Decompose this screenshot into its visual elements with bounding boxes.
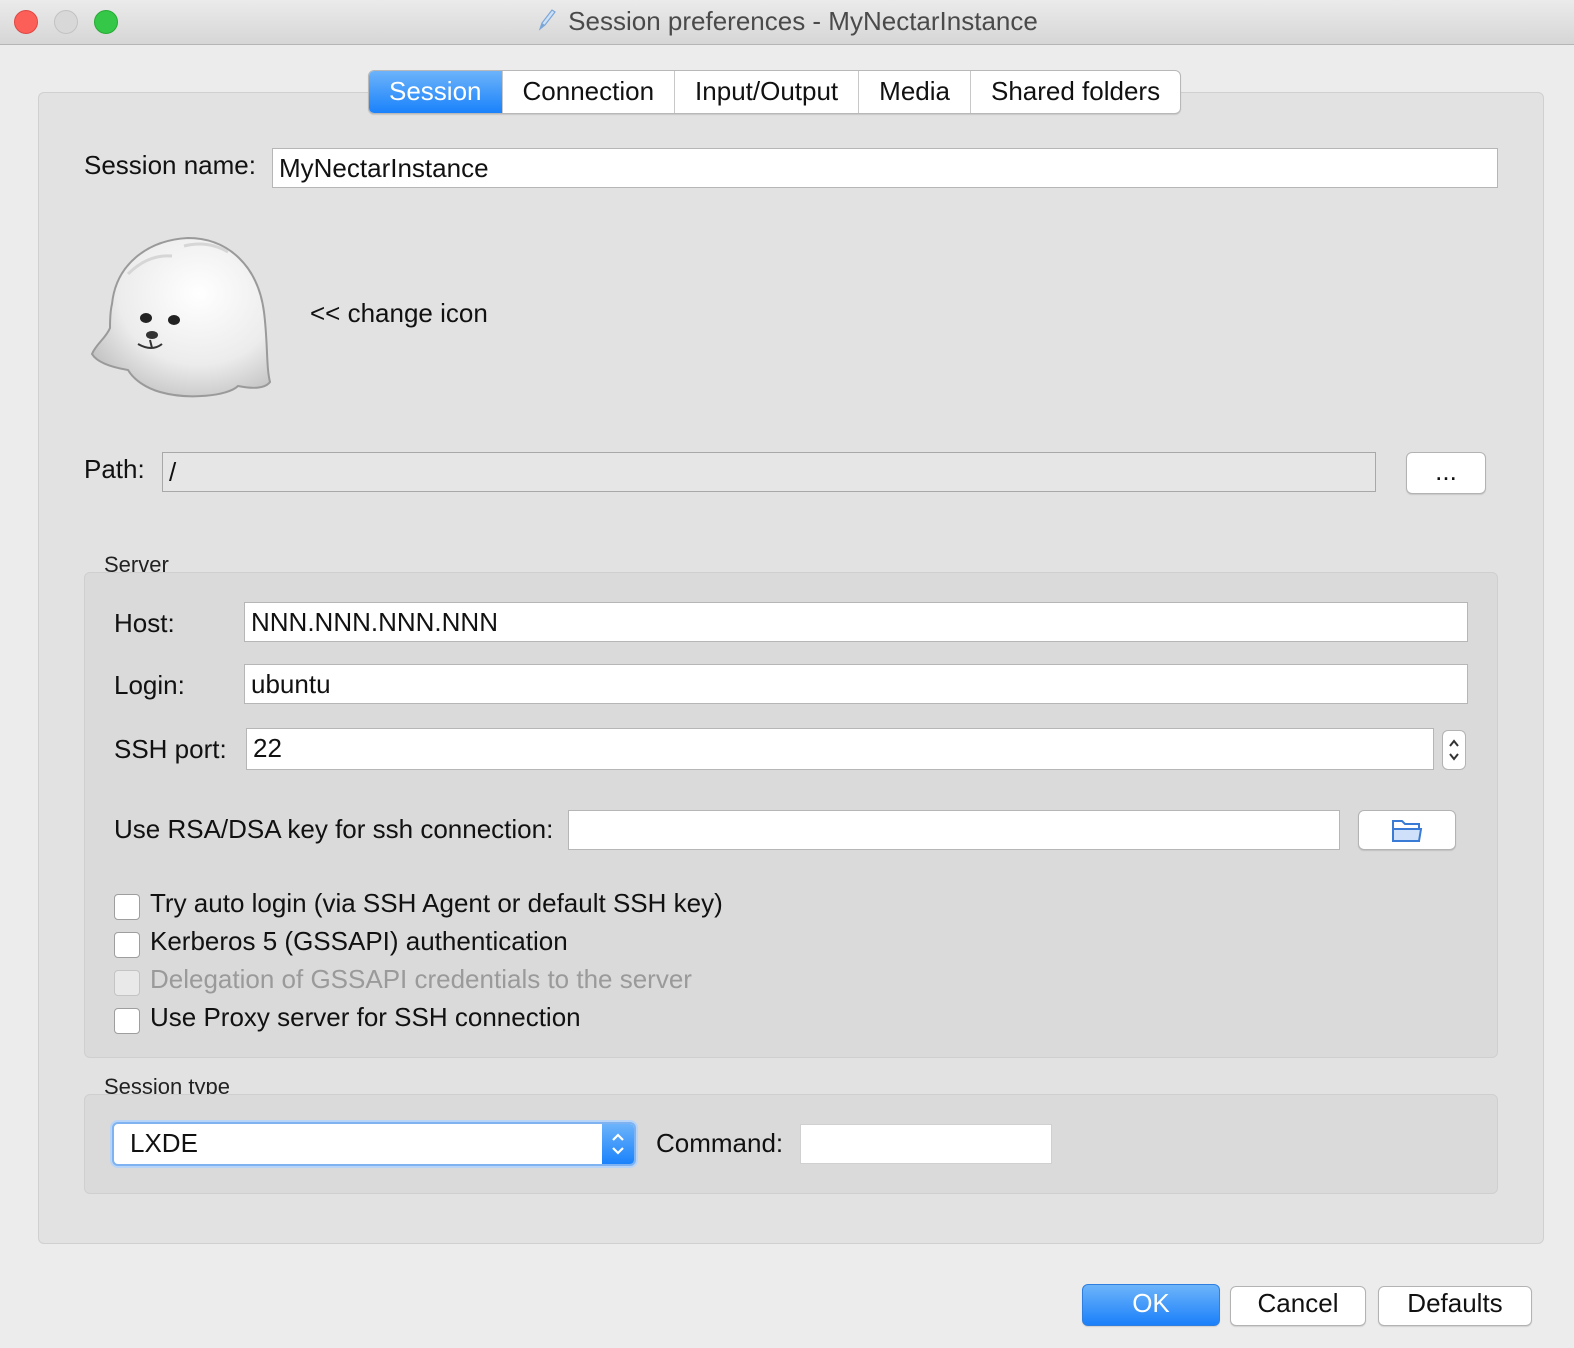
- stepper-arrows-icon: [1449, 739, 1459, 761]
- ok-button[interactable]: OK: [1082, 1284, 1220, 1326]
- path-browse-button[interactable]: ...: [1406, 452, 1486, 494]
- session-seal-icon[interactable]: [88, 234, 274, 402]
- login-input[interactable]: ubuntu: [244, 664, 1468, 704]
- rsa-key-browse-button[interactable]: [1358, 810, 1456, 850]
- chevron-up-down-icon: [612, 1133, 624, 1155]
- tab-session[interactable]: Session: [369, 71, 502, 113]
- rsa-key-input[interactable]: [568, 810, 1340, 850]
- window-title: Session preferences - MyNectarInstance: [568, 6, 1038, 36]
- kerberos-label: Kerberos 5 (GSSAPI) authentication: [150, 926, 568, 956]
- pen-icon: [536, 7, 558, 40]
- window-title-container: Session preferences - MyNectarInstance: [0, 6, 1574, 40]
- tab-bar: Session Connection Input/Output Media Sh…: [368, 70, 1182, 114]
- path-input[interactable]: /: [162, 452, 1376, 492]
- session-name-label: Session name:: [84, 150, 256, 180]
- session-type-value: LXDE: [130, 1128, 198, 1158]
- tab-media[interactable]: Media: [858, 71, 970, 113]
- session-name-input[interactable]: MyNectarInstance: [272, 148, 1498, 188]
- path-label: Path:: [84, 454, 145, 484]
- tab-shared-folders[interactable]: Shared folders: [969, 71, 1180, 113]
- folder-icon: [1392, 820, 1423, 842]
- gssapi-delegation-checkbox[interactable]: [114, 970, 140, 996]
- ssh-port-stepper[interactable]: [1442, 730, 1466, 770]
- tab-connection[interactable]: Connection: [501, 71, 675, 113]
- auto-login-checkbox[interactable]: [114, 894, 140, 920]
- command-label: Command:: [656, 1128, 784, 1158]
- defaults-button[interactable]: Defaults: [1378, 1286, 1532, 1326]
- command-input[interactable]: [800, 1124, 1052, 1164]
- select-arrows: [602, 1124, 634, 1164]
- rsa-key-label: Use RSA/DSA key for ssh connection:: [114, 814, 554, 844]
- cancel-button[interactable]: Cancel: [1230, 1286, 1366, 1326]
- kerberos-checkbox[interactable]: [114, 932, 140, 958]
- session-type-select[interactable]: LXDE: [112, 1122, 636, 1166]
- login-label: Login:: [114, 670, 185, 700]
- proxy-label: Use Proxy server for SSH connection: [150, 1002, 581, 1032]
- gssapi-delegation-label: Delegation of GSSAPI credentials to the …: [150, 964, 692, 994]
- host-label: Host:: [114, 608, 175, 638]
- tab-input-output[interactable]: Input/Output: [674, 71, 858, 113]
- host-input[interactable]: NNN.NNN.NNN.NNN: [244, 602, 1468, 642]
- proxy-checkbox[interactable]: [114, 1008, 140, 1034]
- ssh-port-input[interactable]: 22: [246, 728, 1434, 770]
- auto-login-label: Try auto login (via SSH Agent or default…: [150, 888, 723, 918]
- ssh-port-label: SSH port:: [114, 734, 227, 764]
- change-icon-label: << change icon: [310, 298, 488, 328]
